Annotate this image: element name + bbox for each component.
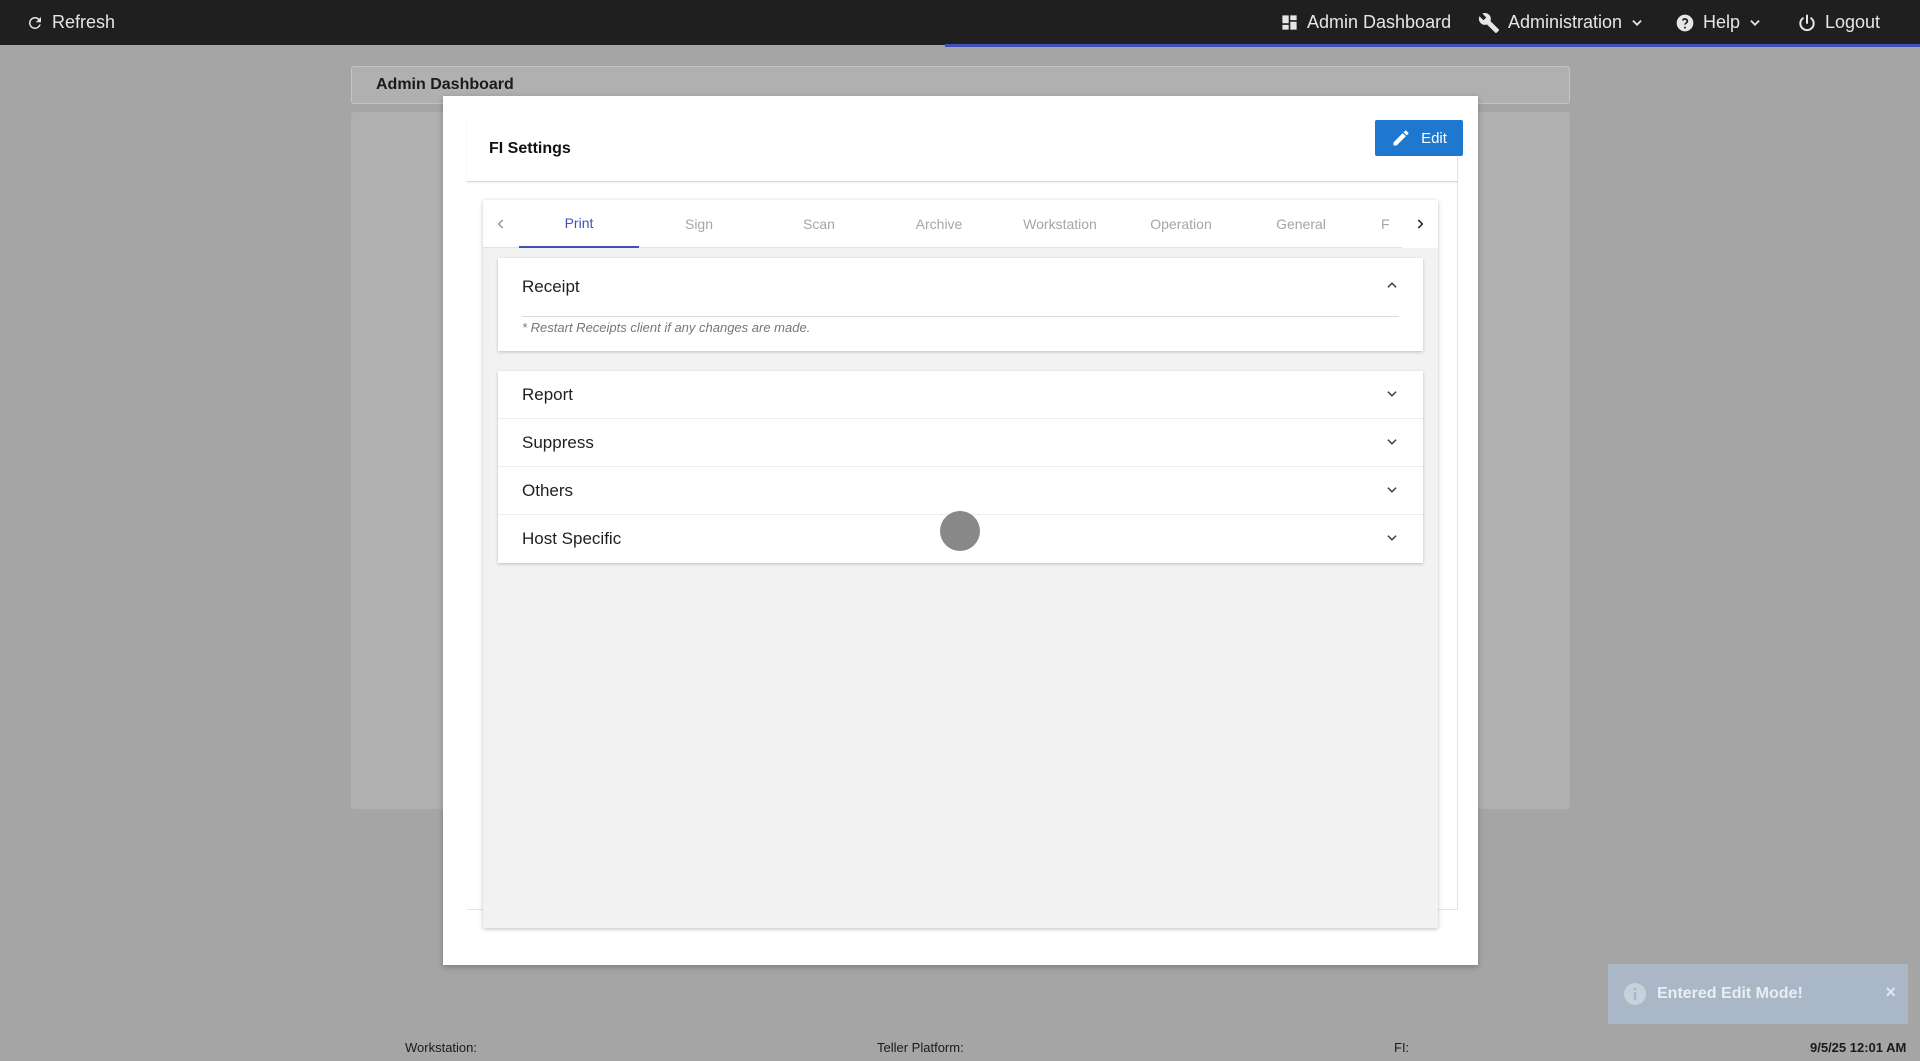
refresh-button[interactable]: Refresh	[26, 0, 115, 45]
refresh-icon	[28, 16, 41, 29]
progress-line	[945, 44, 1920, 47]
section-label: Suppress	[522, 432, 594, 452]
modal-header: FI Settings Edit	[467, 120, 1463, 182]
status-bar: Workstation: Teller Platform: FI: 9/5/25…	[0, 1035, 1920, 1061]
chevron-left-icon	[497, 219, 504, 229]
tab-partial[interactable]: F	[1361, 200, 1402, 248]
edit-mode-toast: Entered Edit Mode! ×	[1608, 964, 1908, 1024]
chevron-down-icon	[1387, 487, 1397, 493]
logout-label: Logout	[1825, 12, 1881, 32]
wrench-icon	[1478, 12, 1500, 33]
status-fi: FI:	[1394, 1040, 1410, 1055]
section-label: Others	[522, 480, 574, 500]
refresh-label: Refresh	[52, 12, 116, 32]
pencil-icon	[1393, 130, 1409, 146]
section-label: Report	[522, 384, 574, 404]
tab-scan[interactable]: Scan	[759, 200, 879, 248]
power-icon	[1799, 14, 1815, 31]
close-icon[interactable]: ×	[1885, 982, 1896, 1003]
section-report[interactable]: Report	[498, 371, 1423, 419]
status-workstation: Workstation:	[405, 1040, 478, 1055]
settings-card: Print Sign Scan Archive Workstation Oper…	[483, 200, 1438, 928]
toast-message: Entered Edit Mode!	[1657, 985, 1803, 1002]
receipt-header[interactable]: Receipt	[498, 258, 1423, 316]
tabs-scroll-left[interactable]	[483, 200, 519, 248]
status-teller-platform: Teller Platform:	[877, 1040, 964, 1055]
receipt-title: Receipt	[522, 277, 580, 296]
chevron-up-icon	[1387, 282, 1397, 288]
tab-print[interactable]: Print	[519, 200, 639, 248]
chevron-right-icon	[1417, 219, 1424, 229]
tab-sign[interactable]: Sign	[639, 200, 759, 248]
chevron-down-icon	[1750, 19, 1760, 26]
receipt-note: * Restart Receipts client if any changes…	[522, 320, 811, 335]
help-menu[interactable]: Help	[1675, 0, 1762, 45]
edit-button[interactable]: Edit	[1375, 120, 1463, 156]
help-icon	[1676, 14, 1694, 31]
logout-button[interactable]: Logout	[1797, 0, 1880, 45]
section-label: Host Specific	[522, 529, 622, 548]
tab-general[interactable]: General	[1241, 200, 1361, 248]
info-icon	[1624, 983, 1646, 1005]
tab-workstation[interactable]: Workstation	[999, 200, 1121, 248]
settings-tabs: Print Sign Scan Archive Workstation Oper…	[483, 200, 1438, 248]
top-navigation-bar: Refresh Admin Dashboard Administration H…	[0, 0, 1920, 47]
dashboard-title: Admin Dashboard	[376, 76, 514, 93]
tab-archive[interactable]: Archive	[879, 200, 999, 248]
receipt-panel: Receipt * Restart Receipts client if any…	[498, 258, 1423, 351]
administration-menu[interactable]: Administration	[1478, 0, 1644, 45]
admin-dashboard-label: Admin Dashboard	[1307, 12, 1452, 32]
tabs-viewport: Print Sign Scan Archive Workstation Oper…	[519, 200, 1402, 248]
admin-dashboard-link[interactable]: Admin Dashboard	[1280, 0, 1451, 45]
dashboard-icon	[1282, 15, 1297, 30]
chevron-down-icon	[1387, 439, 1397, 445]
chevron-down-icon	[1387, 391, 1397, 397]
chevron-down-icon	[1632, 19, 1642, 26]
section-suppress[interactable]: Suppress	[498, 419, 1423, 467]
tabs-scroll-right[interactable]	[1402, 200, 1438, 248]
status-datetime: 9/5/25 12:01 AM	[1810, 1040, 1907, 1055]
modal-title: FI Settings	[489, 140, 571, 157]
cursor-indicator	[940, 511, 980, 551]
tab-operation[interactable]: Operation	[1121, 200, 1241, 248]
edit-label: Edit	[1421, 129, 1447, 147]
receipt-body: * Restart Receipts client if any changes…	[522, 316, 1399, 351]
help-label: Help	[1703, 12, 1741, 32]
section-others[interactable]: Others	[498, 467, 1423, 515]
administration-label: Administration	[1508, 12, 1623, 32]
chevron-down-icon	[1387, 535, 1397, 541]
